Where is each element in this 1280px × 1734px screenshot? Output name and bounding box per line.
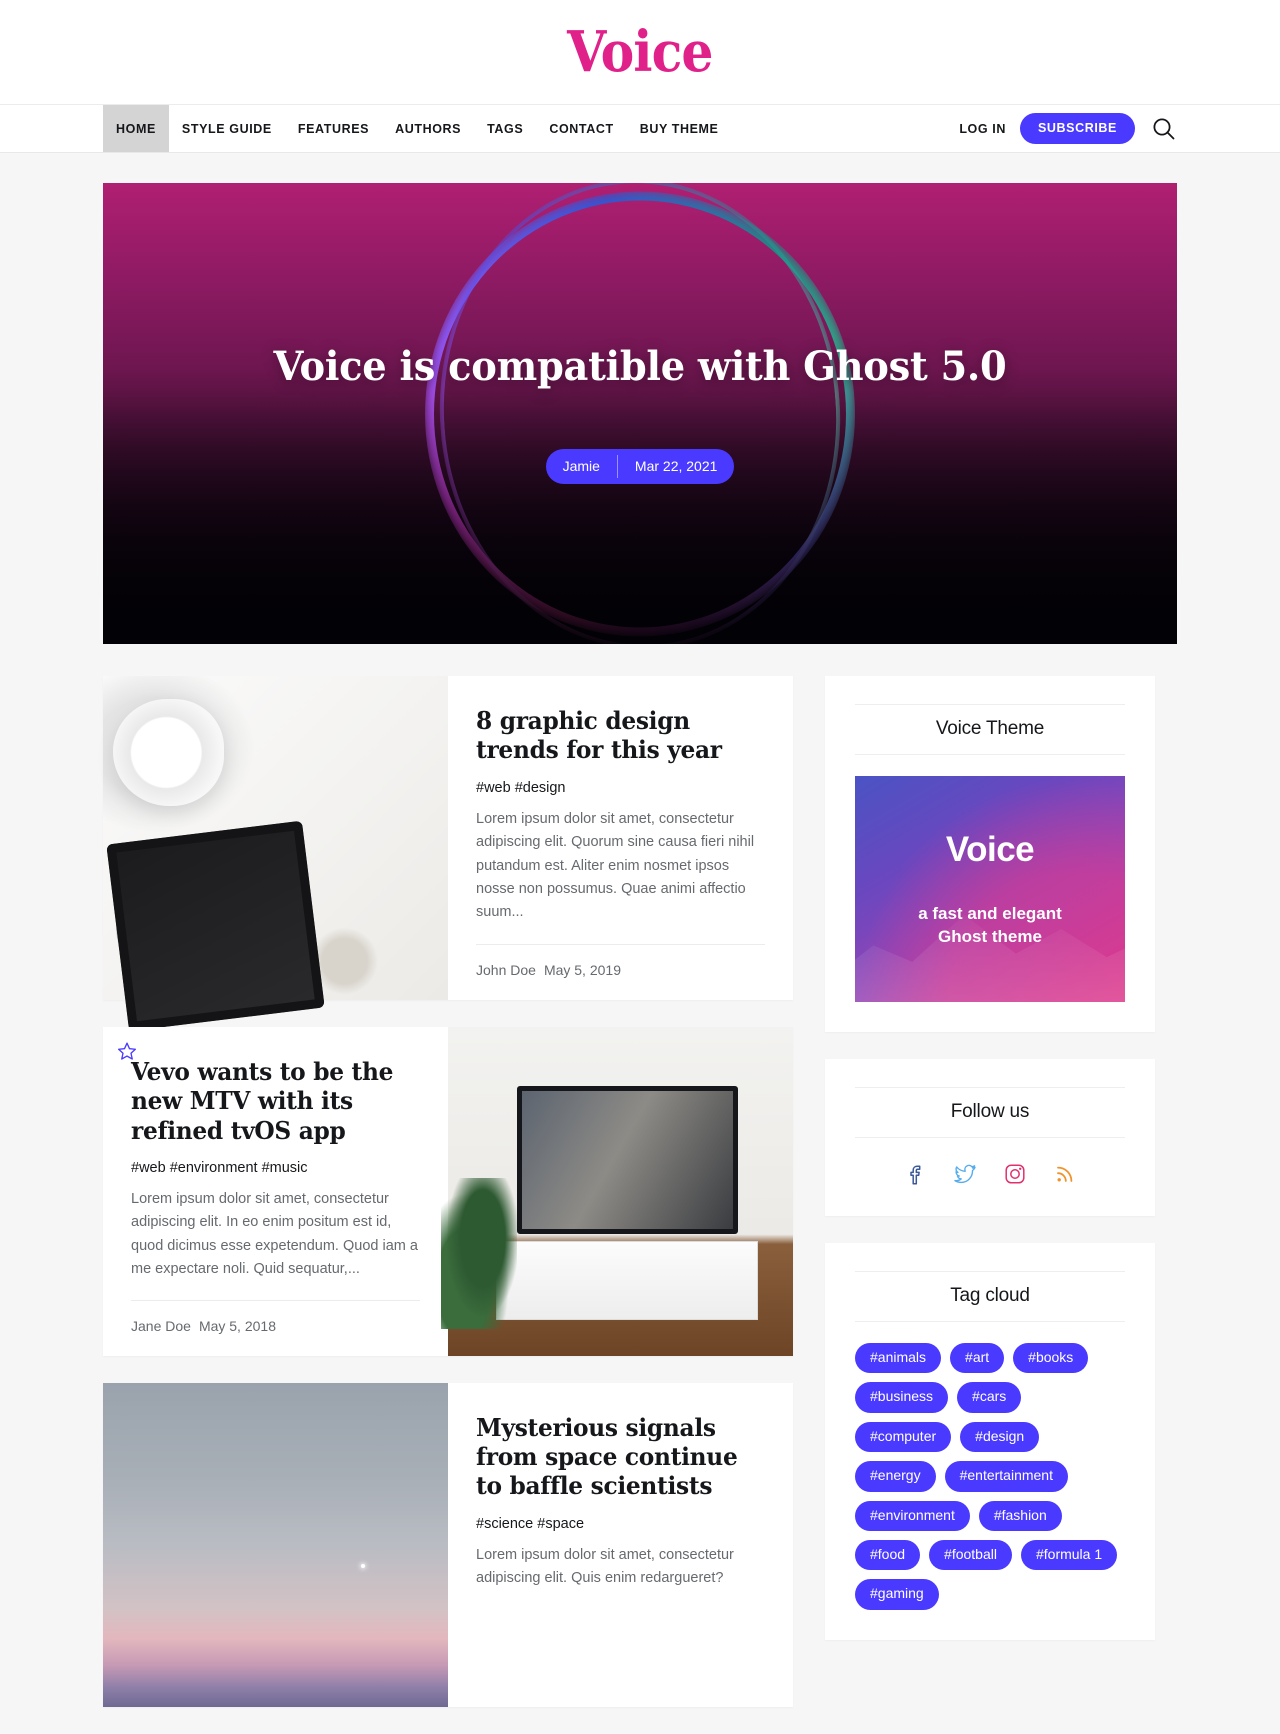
widget-tag-cloud: Tag cloud #animals #art #books #business… (825, 1243, 1155, 1640)
search-icon (1153, 118, 1175, 139)
content-area: 8 graphic design trends for this year #w… (103, 644, 1177, 1734)
rss-icon (1057, 1166, 1073, 1182)
instagram-link[interactable] (1003, 1162, 1027, 1186)
nav-actions: LOG IN SUBSCRIBE (959, 105, 1177, 152)
hero-title: Voice is compatible with Ghost 5.0 (273, 342, 1007, 390)
page-wrapper: Voice is compatible with Ghost 5.0 Jamie… (0, 153, 1280, 1734)
tag-pill[interactable]: #entertainment (944, 1461, 1068, 1492)
post-date: May 5, 2019 (543, 962, 621, 978)
featured-hero-post[interactable]: Voice is compatible with Ghost 5.0 Jamie… (103, 183, 1177, 644)
post-title[interactable]: Mysterious signals from space continue t… (476, 1413, 756, 1501)
widget-follow-us: Follow us (825, 1059, 1155, 1216)
hero-meta: Jamie Mar 22, 2021 (545, 448, 735, 485)
post-footer: Jane Doe May 5, 2018 (131, 1299, 420, 1334)
facebook-icon (910, 1165, 921, 1185)
post-author[interactable]: John Doe (476, 962, 536, 978)
post-tags[interactable]: #science #space (476, 1516, 765, 1532)
plant-decoration (441, 1178, 517, 1330)
tag-pill[interactable]: #animals (855, 1343, 942, 1374)
tag-pill[interactable]: #energy (855, 1461, 936, 1492)
tag-pill[interactable]: #formula 1 (1020, 1539, 1118, 1571)
nav-item-authors[interactable]: AUTHORS (382, 105, 474, 152)
sky-star-decoration (361, 1564, 366, 1569)
tag-pill[interactable]: #design (960, 1421, 1040, 1453)
social-links (855, 1159, 1125, 1186)
tag-pill[interactable]: #gaming (855, 1579, 939, 1610)
tag-pill[interactable]: #fashion (978, 1500, 1062, 1531)
post-body: 8 graphic design trends for this year #w… (448, 676, 793, 1000)
post-author[interactable]: Jane Doe (131, 1318, 191, 1334)
post-tags[interactable]: #web #design (476, 780, 765, 796)
tag-pill[interactable]: #computer (855, 1421, 952, 1453)
tv-stand-decoration (496, 1240, 759, 1320)
post-tags[interactable]: #web #environment #music (131, 1160, 420, 1176)
subscribe-button[interactable]: SUBSCRIBE (1019, 113, 1135, 144)
nav-item-tags[interactable]: TAGS (474, 105, 536, 152)
promo-banner-text: Voice a fast and elegant Ghost theme (855, 776, 1125, 1002)
nav-item-buy-theme[interactable]: BUY THEME (627, 105, 732, 152)
hero-content: Voice is compatible with Ghost 5.0 Jamie… (103, 343, 1177, 485)
tag-pill[interactable]: #environment (855, 1500, 970, 1531)
post-thumbnail-sky[interactable] (103, 1382, 448, 1707)
nav-item-contact[interactable]: CONTACT (536, 105, 626, 152)
widget-title: Follow us (855, 1087, 1125, 1138)
promo-title: Voice (945, 830, 1035, 870)
tag-pill[interactable]: #football (929, 1539, 1012, 1571)
post-body: Vevo wants to be the new MTV with its re… (103, 1027, 448, 1356)
tag-pill[interactable]: #business (855, 1382, 949, 1413)
post-card[interactable]: Mysterious signals from space continue t… (103, 1382, 793, 1707)
widget-title: Voice Theme (855, 704, 1125, 755)
tag-cloud-list: #animals #art #books #business #cars #co… (855, 1343, 1125, 1610)
promo-subtitle: a fast and elegant Ghost theme (918, 904, 1062, 946)
post-excerpt: Lorem ipsum dolor sit amet, consectetur … (476, 810, 755, 921)
post-title[interactable]: 8 graphic design trends for this year (476, 706, 756, 765)
post-thumbnail-desk[interactable] (103, 676, 448, 1000)
promo-banner[interactable]: Voice a fast and elegant Ghost theme (855, 776, 1125, 1002)
post-feed: 8 graphic design trends for this year #w… (103, 676, 793, 1734)
rss-link[interactable] (1053, 1162, 1077, 1186)
twitter-icon (954, 1164, 976, 1184)
post-body: Mysterious signals from space continue t… (448, 1383, 793, 1707)
tag-pill[interactable]: #food (855, 1539, 921, 1571)
hero-author-link[interactable]: Jamie (546, 449, 617, 485)
nav-item-home[interactable]: HOME (103, 105, 169, 152)
tag-pill[interactable]: #cars (957, 1382, 1022, 1413)
main-navigation: HOME STYLE GUIDE FEATURES AUTHORS TAGS C… (0, 105, 1280, 153)
login-link[interactable]: LOG IN (959, 122, 1006, 136)
site-logo[interactable]: Voice (567, 24, 713, 80)
widget-voice-theme: Voice Theme Voice a fast and elegant Ghos… (825, 676, 1155, 1032)
nav-item-features[interactable]: FEATURES (285, 105, 382, 152)
nav-links: HOME STYLE GUIDE FEATURES AUTHORS TAGS C… (103, 105, 732, 152)
nav-item-style-guide[interactable]: STYLE GUIDE (169, 105, 285, 152)
post-footer: John Doe May 5, 2019 (476, 944, 765, 978)
post-excerpt: Lorem ipsum dolor sit amet, consectetur … (476, 1546, 734, 1587)
facebook-link[interactable] (903, 1162, 927, 1186)
instagram-icon (1005, 1164, 1025, 1184)
post-thumbnail-television[interactable] (441, 1027, 793, 1356)
post-excerpt: Lorem ipsum dolor sit amet, consectetur … (131, 1190, 418, 1278)
featured-star-icon (117, 1041, 137, 1066)
hero-date: Mar 22, 2021 (634, 457, 718, 474)
tag-pill[interactable]: #art (950, 1343, 1005, 1374)
post-title[interactable]: Vevo wants to be the new MTV with its re… (131, 1057, 411, 1145)
post-date: May 5, 2018 (198, 1317, 276, 1334)
tv-screen-decoration (517, 1086, 738, 1235)
widget-title: Tag cloud (855, 1271, 1125, 1322)
tag-pill[interactable]: #books (1013, 1343, 1089, 1374)
sidebar: Voice Theme Voice a fast and elegant Ghos… (825, 676, 1155, 1667)
post-card[interactable]: 8 graphic design trends for this year #w… (103, 676, 793, 1000)
twitter-link[interactable] (953, 1162, 977, 1186)
post-card[interactable]: Vevo wants to be the new MTV with its re… (103, 1027, 793, 1356)
search-button[interactable] (1151, 116, 1177, 142)
site-masthead: Voice (0, 0, 1280, 105)
